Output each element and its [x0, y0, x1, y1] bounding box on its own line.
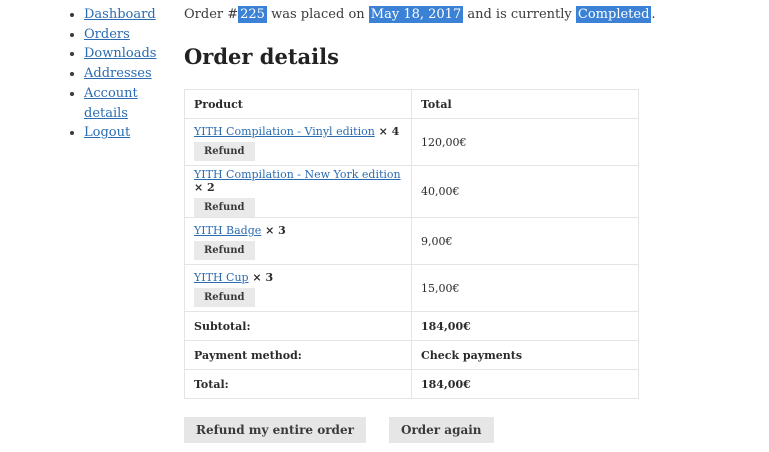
nav-link-dashboard[interactable]: Dashboard	[84, 7, 156, 22]
product-quantity: × 3	[261, 224, 286, 237]
refund-item-button[interactable]: Refund	[194, 142, 255, 161]
product-line: YITH Compilation - Vinyl edition × 4	[194, 125, 402, 138]
total-row: Total: 184,00€	[184, 369, 639, 399]
nav-link-account-details-line1: Account	[84, 85, 138, 101]
main-content: Order #225 was placed on May 18, 2017 an…	[184, 5, 656, 443]
order-number: 225	[238, 6, 267, 23]
header-total: Total	[411, 89, 639, 119]
nav-link-logout[interactable]: Logout	[84, 125, 130, 140]
nav-link-downloads[interactable]: Downloads	[84, 46, 156, 61]
notice-prefix: Order #	[184, 7, 239, 22]
account-nav-list: Dashboard Orders Downloads Addresses Acc…	[66, 5, 166, 143]
product-cell: YITH Cup × 3 Refund	[184, 264, 412, 312]
order-date: May 18, 2017	[368, 6, 464, 23]
order-again-button[interactable]: Order again	[389, 417, 494, 443]
product-link[interactable]: YITH Compilation - New York edition	[194, 168, 401, 181]
table-header-row: Product Total	[184, 89, 639, 119]
line-total: 9,00€	[411, 217, 639, 265]
product-cell: YITH Compilation - New York edition × 2 …	[184, 165, 412, 218]
notice-suffix: .	[651, 7, 656, 22]
nav-link-account-details-line2: details	[84, 105, 128, 121]
payment-method-row: Payment method: Check payments	[184, 340, 639, 370]
nav-link-orders[interactable]: Orders	[84, 27, 130, 42]
payment-method-label: Payment method:	[184, 340, 412, 370]
line-total: 15,00€	[411, 264, 639, 312]
order-status-notice: Order #225 was placed on May 18, 2017 an…	[184, 5, 656, 25]
order-status: Completed	[575, 6, 652, 23]
table-row: YITH Cup × 3 Refund 15,00€	[184, 264, 639, 312]
account-navigation: Dashboard Orders Downloads Addresses Acc…	[66, 5, 166, 143]
order-details-title: Order details	[184, 44, 339, 69]
product-line: YITH Badge × 3	[194, 224, 402, 237]
product-line: YITH Cup × 3	[194, 271, 402, 284]
product-quantity: × 3	[248, 271, 274, 284]
product-line: YITH Compilation - New York edition × 2	[194, 168, 402, 194]
refund-item-button[interactable]: Refund	[194, 288, 255, 307]
nav-item-account-details: Account details	[84, 84, 166, 123]
product-cell: YITH Badge × 3 Refund	[184, 217, 412, 265]
nav-link-addresses[interactable]: Addresses	[84, 66, 152, 81]
subtotal-row: Subtotal: 184,00€	[184, 311, 639, 341]
product-link[interactable]: YITH Badge	[194, 224, 261, 237]
header-product: Product	[184, 89, 412, 119]
refund-item-button[interactable]: Refund	[194, 241, 255, 260]
line-total: 40,00€	[411, 165, 639, 218]
product-link[interactable]: YITH Cup	[194, 271, 249, 284]
subtotal-label: Subtotal:	[184, 311, 412, 341]
order-details-table: Product Total YITH Compilation - Vinyl e…	[184, 89, 639, 399]
notice-mid2: and is currently	[463, 7, 576, 22]
refund-entire-order-button[interactable]: Refund my entire order	[184, 417, 366, 443]
table-row: YITH Compilation - New York edition × 2 …	[184, 165, 639, 218]
notice-mid1: was placed on	[266, 7, 369, 22]
table-row: YITH Badge × 3 Refund 9,00€	[184, 217, 639, 265]
refund-item-button[interactable]: Refund	[194, 198, 255, 217]
nav-link-account-details[interactable]: Account details	[84, 86, 138, 121]
line-total: 120,00€	[411, 118, 639, 166]
product-cell: YITH Compilation - Vinyl edition × 4 Ref…	[184, 118, 412, 166]
nav-item-dashboard: Dashboard	[84, 5, 166, 25]
subtotal-value: 184,00€	[411, 311, 639, 341]
product-quantity: × 2	[194, 181, 215, 194]
order-actions: Refund my entire order Order again	[184, 417, 644, 443]
nav-item-logout: Logout	[84, 123, 166, 143]
nav-item-addresses: Addresses	[84, 64, 166, 84]
total-value: 184,00€	[411, 369, 639, 399]
product-quantity: × 4	[374, 125, 400, 138]
nav-item-downloads: Downloads	[84, 44, 166, 64]
total-label: Total:	[184, 369, 412, 399]
product-link[interactable]: YITH Compilation - Vinyl edition	[194, 125, 375, 138]
table-row: YITH Compilation - Vinyl edition × 4 Ref…	[184, 118, 639, 166]
payment-method-value: Check payments	[411, 340, 639, 370]
nav-item-orders: Orders	[84, 25, 166, 45]
